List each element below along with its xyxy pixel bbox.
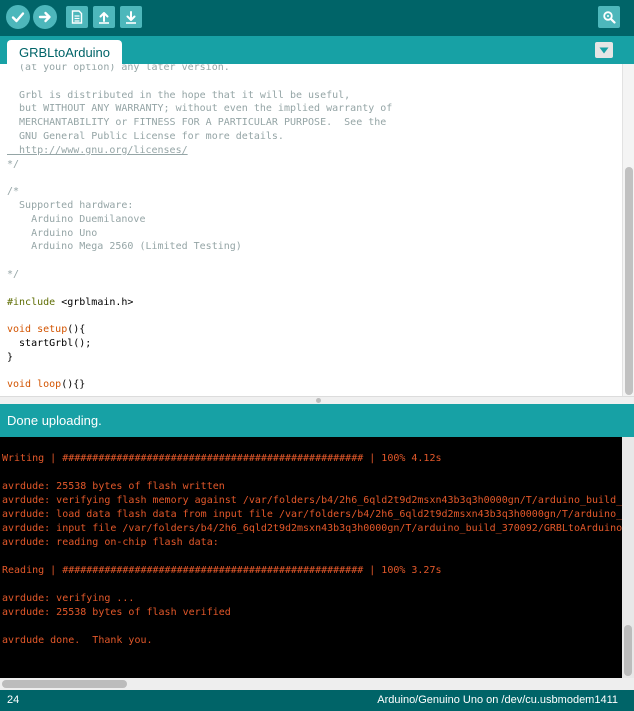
save-sketch-button[interactable] <box>120 6 142 28</box>
code-line: but WITHOUT ANY WARRANTY; without even t… <box>7 103 393 115</box>
editor-scrollbar[interactable] <box>622 64 634 396</box>
board-port-info: Arduino/Genuino Uno on /dev/cu.usbmodem1… <box>377 694 618 706</box>
line-number: 24 <box>7 694 20 706</box>
arrow-right-icon <box>38 11 51 23</box>
code-line: (at your option) any later version. <box>7 64 230 73</box>
tab-bar: GRBLtoArduino <box>0 36 634 64</box>
code-line: Arduino Duemilanove <box>7 213 146 225</box>
split-divider[interactable] <box>0 396 634 404</box>
console-line: avrdude: load data flash data from input… <box>2 509 622 520</box>
console-line: avrdude: reading on-chip flash data: <box>2 537 219 548</box>
code-text: (at your option) any later version. Grbl… <box>7 64 622 392</box>
console-line: avrdude: verifying flash memory against … <box>2 495 622 506</box>
console-line: avrdude: verifying ... <box>2 593 135 604</box>
code-line: void loop(){} <box>7 379 86 391</box>
console-line: Writing | ##############################… <box>2 453 442 464</box>
console-horizontal-scrollbar[interactable] <box>0 678 634 690</box>
divider-handle[interactable] <box>316 398 321 403</box>
status-bar: Done uploading. <box>0 404 634 437</box>
new-sketch-button[interactable] <box>66 6 88 28</box>
console-output[interactable]: Writing | ##############################… <box>0 437 634 690</box>
console-vertical-thumb[interactable] <box>624 625 632 676</box>
console-line: avrdude: input file /var/folders/b4/2h6_… <box>2 523 622 534</box>
arrow-down-icon <box>126 11 136 24</box>
tab-label: GRBLtoArduino <box>18 44 111 60</box>
tab-menu-button[interactable] <box>595 42 613 58</box>
open-sketch-button[interactable] <box>93 6 115 28</box>
console-text: Writing | ##############################… <box>2 452 622 662</box>
code-line: Grbl is distributed in the hope that it … <box>7 89 351 101</box>
footer-bar: 24 Arduino/Genuino Uno on /dev/cu.usbmod… <box>0 690 634 711</box>
code-line: Arduino Mega 2560 (Limited Testing) <box>7 241 242 253</box>
new-file-icon <box>71 10 83 24</box>
code-line: /* <box>7 186 20 198</box>
code-line: */ <box>7 268 20 280</box>
code-line: void setup(){ <box>7 324 86 336</box>
code-line: */ <box>7 158 20 170</box>
console-vertical-scrollbar[interactable] <box>622 437 634 678</box>
code-line: MERCHANTABILITY or FITNESS FOR A PARTICU… <box>7 117 387 129</box>
code-line: Arduino Uno <box>7 227 98 239</box>
code-line: } <box>7 351 14 363</box>
status-message: Done uploading. <box>7 413 102 428</box>
code-editor[interactable]: (at your option) any later version. Grbl… <box>0 64 634 396</box>
console-line: Reading | ##############################… <box>2 565 442 576</box>
console-line: avrdude: 25538 bytes of flash verified <box>2 607 231 618</box>
code-line: GNU General Public License for more deta… <box>7 130 284 142</box>
upload-button[interactable] <box>33 5 57 29</box>
checkmark-icon <box>11 12 25 23</box>
toolbar <box>0 0 634 36</box>
serial-monitor-button[interactable] <box>598 6 620 28</box>
code-line: startGrbl(); <box>7 337 92 349</box>
code-line: Supported hardware: <box>7 199 134 211</box>
verify-button[interactable] <box>6 5 30 29</box>
magnifier-icon <box>603 11 616 24</box>
console-line: avrdude: 25538 bytes of flash written <box>2 481 225 492</box>
console-line: avrdude done. Thank you. <box>2 635 153 646</box>
tab-grbltoarduino[interactable]: GRBLtoArduino <box>7 40 122 64</box>
triangle-down-icon <box>599 47 609 53</box>
code-line: http://www.gnu.org/licenses/ <box>7 144 188 156</box>
arrow-up-icon <box>99 12 109 24</box>
editor-scroll-thumb[interactable] <box>625 167 633 395</box>
code-line: #include <grblmain.h> <box>7 296 134 308</box>
console-horizontal-thumb[interactable] <box>2 680 127 688</box>
